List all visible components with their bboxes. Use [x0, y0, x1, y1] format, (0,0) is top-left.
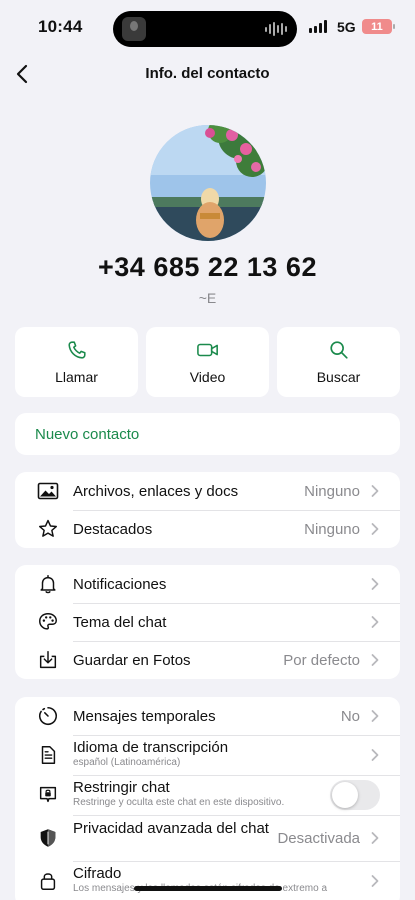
chevron-right-icon [371, 523, 379, 535]
video-label: Video [189, 369, 226, 385]
save-to-photos-row[interactable]: Guardar en Fotos Por defecto [15, 641, 400, 679]
search-button[interactable]: Buscar [277, 327, 400, 397]
audio-waveform-icon [265, 21, 287, 37]
palette-icon [36, 610, 60, 634]
contact-phone-number: +34 685 22 13 62 [98, 252, 317, 282]
bell-icon [36, 572, 60, 596]
disappearing-messages-row[interactable]: Mensajes temporales No [15, 697, 400, 735]
disappearing-messages-label: Mensajes temporales [73, 707, 216, 725]
battery-level: 11 [371, 20, 383, 33]
chevron-right-icon [371, 654, 379, 666]
starred-row[interactable]: Destacados Ninguno [15, 510, 400, 548]
chat-theme-label: Tema del chat [73, 613, 167, 631]
restrict-chat-description: Restringe y oculta este chat en este dis… [73, 797, 285, 808]
chevron-right-icon [371, 832, 379, 844]
transcription-language-label: Idioma de transcripción [73, 739, 229, 756]
download-icon [36, 648, 60, 672]
lock-icon [36, 869, 60, 893]
encryption-label: Cifrado [73, 865, 122, 882]
video-camera-icon [196, 343, 218, 357]
call-label: Llamar [55, 369, 98, 385]
contact-avatar[interactable] [150, 125, 266, 241]
chat-settings-section: Notificaciones Tema del chat Guardar en … [15, 565, 400, 679]
shield-icon [36, 826, 60, 850]
chat-theme-row[interactable]: Tema del chat [15, 603, 400, 641]
chevron-right-icon [371, 710, 379, 722]
media-section: Archivos, enlaces y docs Ninguno Destaca… [15, 472, 400, 548]
new-contact-label: Nuevo contacto [35, 425, 140, 443]
starred-label: Destacados [73, 520, 153, 538]
advanced-privacy-row[interactable]: Privacidad avanzada del chat Desactivada [15, 815, 400, 861]
transcription-language-value: español (Latinoamérica) [73, 757, 181, 768]
page-title: Info. del contacto [145, 65, 270, 82]
restrict-chat-label: Restringir chat [73, 779, 170, 796]
phone-icon [67, 341, 86, 359]
encryption-row[interactable]: Cifrado Los mensajes y las llamadas está… [15, 861, 400, 900]
search-label: Buscar [316, 369, 361, 385]
advanced-privacy-label: Privacidad avanzada del chat [73, 820, 269, 837]
photo-icon [36, 479, 60, 503]
chevron-right-icon [371, 578, 379, 590]
restrict-chat-row: Restringir chat Restringe y oculta este … [15, 775, 400, 815]
contact-nickname: ~E [198, 290, 217, 306]
video-button[interactable]: Video [146, 327, 269, 397]
restrict-chat-toggle[interactable] [330, 780, 380, 810]
starred-value: Ninguno [304, 520, 360, 538]
files-links-docs-label: Archivos, enlaces y docs [73, 482, 239, 500]
notifications-row[interactable]: Notificaciones [15, 565, 400, 603]
chat-lock-icon [36, 783, 60, 807]
network-type: 5G [337, 19, 356, 35]
advanced-privacy-value: Desactivada [277, 829, 360, 847]
signal-icon [309, 20, 327, 33]
nav-bar: Info. del contacto [0, 56, 415, 92]
chevron-right-icon [371, 749, 379, 761]
save-to-photos-value: Por defecto [283, 651, 360, 669]
notifications-label: Notificaciones [73, 575, 167, 593]
privacy-section: Mensajes temporales No Idioma de transcr… [15, 697, 400, 900]
files-links-docs-row[interactable]: Archivos, enlaces y docs Ninguno [15, 472, 400, 510]
transcription-language-row[interactable]: Idioma de transcripción español (Latinoa… [15, 735, 400, 775]
chevron-right-icon [371, 875, 379, 887]
chevron-right-icon [371, 616, 379, 628]
chevron-right-icon [371, 485, 379, 497]
new-contact-button[interactable]: Nuevo contacto [15, 413, 400, 455]
now-playing-thumbnail [122, 17, 146, 41]
status-bar: 10:44 5G 11 [0, 0, 415, 56]
timer-icon [36, 704, 60, 728]
star-icon [36, 517, 60, 541]
disappearing-messages-value: No [340, 707, 360, 725]
search-icon [329, 341, 348, 359]
quick-actions: Llamar Video Buscar [15, 327, 400, 397]
status-time: 10:44 [38, 17, 83, 36]
call-button[interactable]: Llamar [15, 327, 138, 397]
save-to-photos-label: Guardar en Fotos [73, 651, 191, 669]
home-indicator[interactable] [134, 886, 282, 891]
dynamic-island[interactable] [113, 11, 297, 47]
document-icon [36, 743, 60, 767]
battery-icon: 11 [362, 19, 395, 34]
files-links-docs-value: Ninguno [304, 482, 360, 500]
